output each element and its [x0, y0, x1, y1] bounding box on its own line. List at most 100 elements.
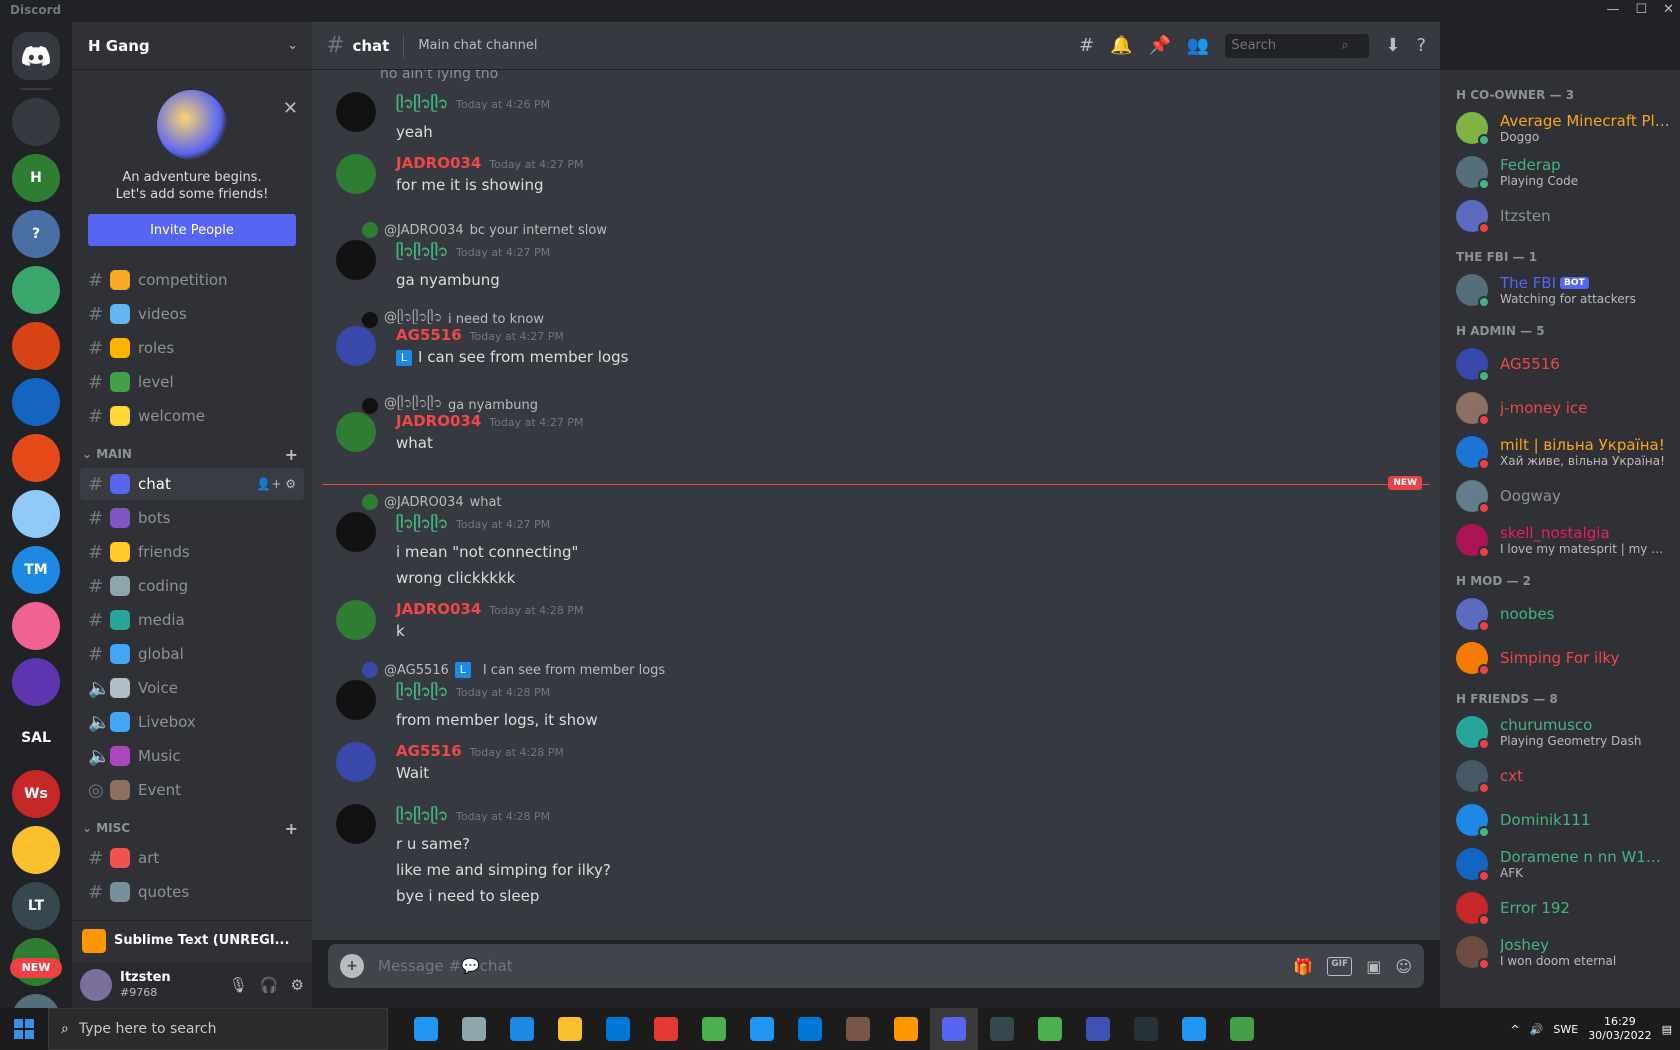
taskbar-app[interactable]: [498, 1008, 546, 1050]
server-icon[interactable]: ?: [12, 210, 60, 258]
channel-global[interactable]: # global: [80, 638, 304, 670]
message-username[interactable]: ᥫ᭡ᥫ᭡ᥫ᭡: [396, 94, 448, 112]
member-item[interactable]: The FBI BOT Watching for attackers: [1456, 268, 1672, 312]
channel-chat[interactable]: # chat 👤+ ⚙: [80, 468, 304, 500]
avatar[interactable]: [336, 326, 376, 366]
close-button[interactable]: ✕: [1663, 2, 1674, 17]
server-icon[interactable]: [12, 378, 60, 426]
server-icon[interactable]: [12, 826, 60, 874]
reply-preview[interactable]: @JADRO034 bc your internet slow: [362, 222, 607, 238]
server-icon[interactable]: [12, 434, 60, 482]
avatar[interactable]: [336, 680, 376, 720]
reply-preview[interactable]: @AG5516 L I can see from member logs: [362, 662, 665, 678]
maximize-button[interactable]: ☐: [1635, 2, 1647, 17]
bell-icon[interactable]: 🔔: [1110, 35, 1132, 56]
gear-icon[interactable]: ⚙: [291, 976, 304, 994]
server-icon[interactable]: [12, 266, 60, 314]
avatar[interactable]: [336, 412, 376, 452]
taskbar-app[interactable]: [402, 1008, 450, 1050]
avatar[interactable]: [336, 600, 376, 640]
close-icon[interactable]: ✕: [283, 98, 298, 119]
member-item[interactable]: AG5516: [1456, 342, 1672, 386]
taskbar-app[interactable]: [882, 1008, 930, 1050]
add-channel-icon[interactable]: +: [285, 445, 298, 464]
message-username[interactable]: JADRO034: [396, 600, 481, 618]
message-input[interactable]: [378, 957, 1294, 975]
server-icon[interactable]: TM: [12, 546, 60, 594]
channel-voice[interactable]: 🔈 Voice: [80, 672, 304, 704]
avatar[interactable]: [336, 742, 376, 782]
guild-header[interactable]: H Gang ⌄: [72, 22, 312, 70]
member-item[interactable]: Federap Playing Code: [1456, 150, 1672, 194]
taskbar-app[interactable]: [450, 1008, 498, 1050]
member-item[interactable]: skell_nostalgia I love my matesprit | my …: [1456, 518, 1672, 562]
taskbar-app[interactable]: [1170, 1008, 1218, 1050]
taskbar-app[interactable]: [834, 1008, 882, 1050]
server-icon[interactable]: [12, 490, 60, 538]
member-item[interactable]: churumusco Playing Geometry Dash: [1456, 710, 1672, 754]
search-input[interactable]: [1231, 38, 1342, 53]
server-icon[interactable]: [12, 602, 60, 650]
message-username[interactable]: AG5516: [396, 742, 462, 760]
channel-settings-icon[interactable]: 👤+ ⚙: [256, 477, 296, 491]
member-item[interactable]: Doramene n nn W11 U... AFK: [1456, 842, 1672, 886]
clock[interactable]: 16:29 30/03/2022: [1588, 1015, 1651, 1043]
member-item[interactable]: Joshey I won doom eternal: [1456, 930, 1672, 974]
taskbar-app[interactable]: [690, 1008, 738, 1050]
home-button[interactable]: [12, 32, 60, 80]
server-icon[interactable]: [12, 322, 60, 370]
message-username[interactable]: ᥫ᭡ᥫ᭡ᥫ᭡: [396, 514, 448, 532]
message-username[interactable]: JADRO034: [396, 154, 481, 172]
channel-livebox[interactable]: 🔈 Livebox: [80, 706, 304, 738]
channel-music[interactable]: 🔈 Music: [80, 740, 304, 772]
gif-button[interactable]: GIF: [1327, 956, 1353, 976]
channel-welcome[interactable]: # welcome: [80, 400, 304, 432]
sticker-icon[interactable]: ▣: [1366, 957, 1381, 976]
taskbar-app[interactable]: [1218, 1008, 1266, 1050]
server-icon[interactable]: Ws: [12, 770, 60, 818]
start-button[interactable]: [0, 1008, 48, 1050]
avatar[interactable]: [336, 92, 376, 132]
avatar[interactable]: [336, 154, 376, 194]
member-item[interactable]: Average Minecraft Pla... Doggo: [1456, 106, 1672, 150]
server-icon[interactable]: [12, 994, 60, 1008]
category-misc[interactable]: ⌄ MISC +: [80, 814, 304, 842]
gift-icon[interactable]: 🎁: [1293, 957, 1313, 976]
message-username[interactable]: ᥫ᭡ᥫ᭡ᥫ᭡: [396, 806, 448, 824]
message-username[interactable]: ᥫ᭡ᥫ᭡ᥫ᭡: [396, 242, 448, 260]
taskbar-app[interactable]: [594, 1008, 642, 1050]
member-item[interactable]: cxt: [1456, 754, 1672, 798]
channel-roles[interactable]: # roles: [80, 332, 304, 364]
server-icon[interactable]: [12, 98, 60, 146]
upload-plus-icon[interactable]: +: [340, 954, 364, 978]
new-unreads-pill[interactable]: NEW: [10, 958, 62, 978]
avatar[interactable]: [336, 804, 376, 844]
taskbar-app[interactable]: [786, 1008, 834, 1050]
mute-mic-icon[interactable]: 🎙: [229, 976, 248, 994]
taskbar-app[interactable]: [642, 1008, 690, 1050]
member-list-icon[interactable]: 👥: [1187, 35, 1209, 56]
notification-icon[interactable]: ▤: [1662, 1023, 1672, 1036]
chevron-up-icon[interactable]: ^: [1510, 1023, 1519, 1036]
channel-event[interactable]: ◎ Event: [80, 774, 304, 806]
channel-quotes[interactable]: # quotes: [80, 876, 304, 908]
member-item[interactable]: Itzsten: [1456, 194, 1672, 238]
member-item[interactable]: j-money ice: [1456, 386, 1672, 430]
message-username[interactable]: ᥫ᭡ᥫ᭡ᥫ᭡: [396, 682, 448, 700]
taskbar-search-input[interactable]: [78, 1021, 359, 1037]
channel-videos[interactable]: # videos: [80, 298, 304, 330]
taskbar-app[interactable]: [1074, 1008, 1122, 1050]
avatar[interactable]: [80, 969, 112, 1001]
channel-competition[interactable]: # competition: [80, 264, 304, 296]
avatar[interactable]: [336, 240, 376, 280]
pin-icon[interactable]: 📌: [1149, 35, 1171, 56]
taskbar-app[interactable]: [1026, 1008, 1074, 1050]
member-item[interactable]: Dominik111: [1456, 798, 1672, 842]
message-username[interactable]: AG5516: [396, 326, 462, 344]
invite-people-button[interactable]: Invite People: [88, 214, 296, 246]
member-item[interactable]: Error 192: [1456, 886, 1672, 930]
emoji-picker-icon[interactable]: ☺: [1395, 957, 1412, 976]
server-icon[interactable]: LT: [12, 882, 60, 930]
server-icon[interactable]: H: [12, 154, 60, 202]
add-channel-icon[interactable]: +: [285, 819, 298, 838]
